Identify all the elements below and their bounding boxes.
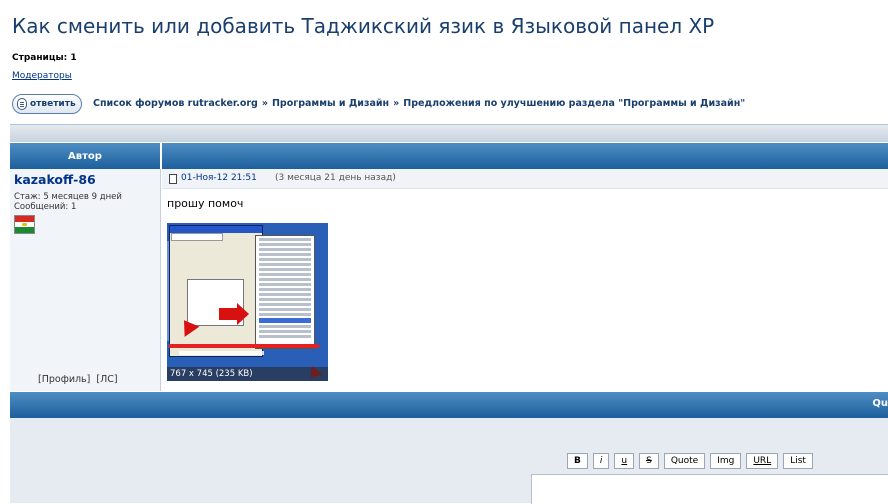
post-ago: (3 месяца 21 день назад): [275, 173, 396, 183]
moderators-link[interactable]: Модераторы: [12, 71, 72, 81]
reply-icon: [17, 98, 27, 110]
quick-reply-bar: Qu: [10, 392, 888, 418]
author-username[interactable]: kazakoff-86: [14, 172, 96, 187]
profile-links: [Профиль] [ЛС]: [38, 374, 118, 385]
post-column-header: [162, 143, 888, 169]
post-text: прошу помоч: [167, 197, 244, 210]
tajikistan-flag-icon: [14, 215, 35, 234]
post-cell: 01-Ноя-12 21:51 (3 месяца 21 день назад)…: [162, 169, 888, 391]
breadcrumb-programs-design[interactable]: Программы и Дизайн: [272, 98, 389, 109]
author-column-header: Автор: [10, 143, 160, 169]
breadcrumb: Список форумов rutracker.org» Программы и…: [93, 98, 745, 109]
strike-button[interactable]: S: [639, 453, 659, 469]
breadcrumb-separator: »: [393, 98, 400, 109]
pm-link[interactable]: [ЛС]: [96, 374, 117, 385]
top-bar: [10, 124, 888, 142]
bold-button[interactable]: B: [567, 453, 588, 469]
post-date-link[interactable]: 01-Ноя-12 21:51: [181, 173, 257, 183]
topic-title: Как сменить или добавить Таджикский язик…: [12, 14, 715, 38]
attachment-thumbnail[interactable]: 767 x 745 (235 KB): [167, 223, 328, 381]
list-button[interactable]: List: [783, 453, 813, 469]
breadcrumb-forum-list[interactable]: Список форумов rutracker.org: [93, 98, 258, 109]
italic-button[interactable]: i: [592, 453, 610, 469]
reply-label: ответить: [30, 99, 76, 109]
editor-toolbar: B i u S Quote Img URL List: [567, 453, 813, 469]
url-button[interactable]: URL: [746, 453, 779, 469]
attachment-info: 767 x 745 (235 KB): [167, 367, 328, 381]
reply-textarea[interactable]: [531, 474, 888, 504]
quick-reply-label: Qu: [872, 398, 888, 409]
underline-button[interactable]: u: [614, 453, 635, 469]
post-header: 01-Ноя-12 21:51 (3 месяца 21 день назад): [162, 169, 888, 189]
breadcrumb-suggestions[interactable]: Предложения по улучшению раздела "Програ…: [403, 98, 745, 109]
author-cell: kazakoff-86 Стаж: 5 месяцев 9 дней Сообщ…: [10, 169, 161, 391]
breadcrumb-separator: »: [261, 98, 268, 109]
author-messages: Сообщений: 1: [14, 202, 77, 212]
author-stazh: Стаж: 5 месяцев 9 дней: [14, 192, 122, 202]
arrow-icon: [237, 303, 249, 325]
quote-button[interactable]: Quote: [663, 453, 706, 469]
pages-indicator: Страницы: 1: [12, 53, 77, 63]
profile-link[interactable]: [Профиль]: [38, 374, 90, 385]
post-icon: [169, 174, 177, 184]
reply-button[interactable]: ответить: [12, 94, 82, 114]
img-button[interactable]: Img: [710, 453, 742, 469]
